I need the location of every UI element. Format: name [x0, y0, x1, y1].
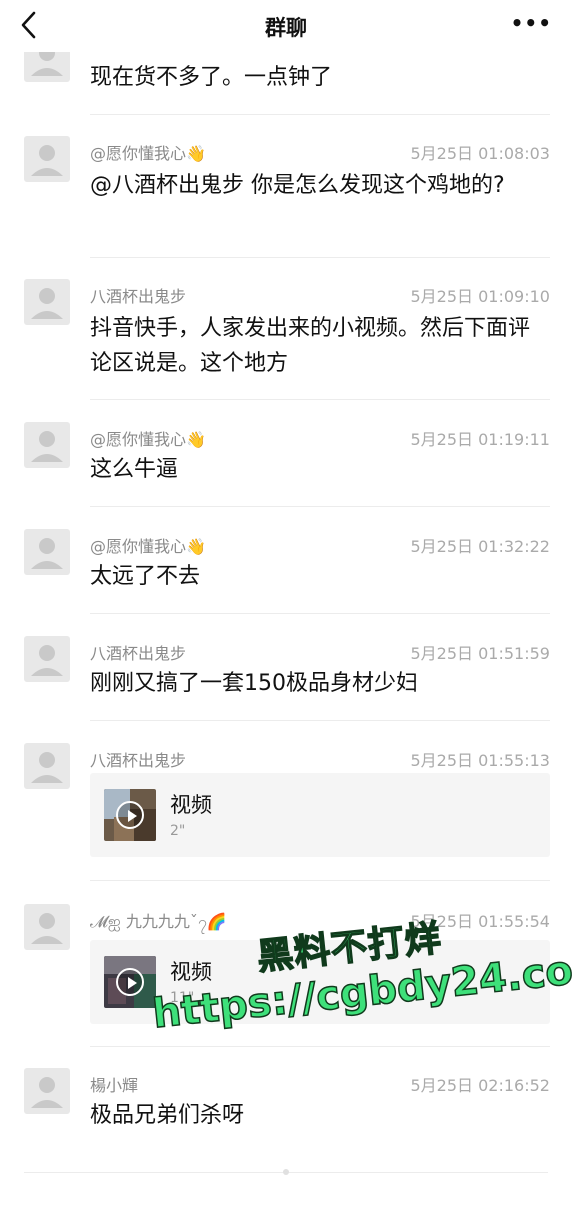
message-text: 极品兄弟们杀呀 [90, 1103, 245, 1128]
divider [90, 506, 550, 507]
scroll-indicator [283, 1169, 289, 1175]
sender-name[interactable]: 𝓜ஐ 九九九九ˇ၇🌈 [90, 908, 227, 935]
video-duration: 11" [170, 990, 195, 1006]
divider [90, 114, 550, 115]
play-icon [116, 801, 144, 829]
avatar[interactable] [24, 904, 70, 950]
play-icon [116, 968, 144, 996]
video-duration: 2" [170, 823, 186, 839]
message-time: 5月25日 01:32:22 [410, 537, 551, 556]
message-text: 现在货不多了。一点钟了 [90, 65, 333, 90]
divider [90, 257, 550, 258]
message-time: 5月25日 01:09:10 [410, 287, 551, 306]
divider [90, 720, 550, 721]
divider [90, 1046, 550, 1047]
sender-name[interactable]: 八酒杯出鬼步 [90, 747, 186, 771]
page-title: 群聊 [265, 16, 307, 40]
sender-name[interactable]: @愿你懂我心👋 [90, 533, 206, 557]
divider [90, 613, 550, 614]
avatar[interactable] [24, 279, 70, 325]
avatar[interactable] [24, 743, 70, 789]
divider [90, 399, 550, 400]
sender-name[interactable]: 八酒杯出鬼步 [90, 640, 186, 664]
video-message-card[interactable]: 视频 2" [90, 773, 550, 857]
message-time: 5月25日 01:08:03 [410, 144, 551, 163]
sender-name[interactable]: 楊小輝 [90, 1072, 138, 1096]
avatar[interactable] [24, 136, 70, 182]
message-text: 刚刚又搞了一套150极品身材少妇 [90, 671, 418, 696]
avatar[interactable] [24, 529, 70, 575]
message-time: 5月25日 01:51:59 [410, 644, 551, 663]
more-options-button[interactable]: ••• [511, 13, 552, 33]
sender-name[interactable]: 八酒杯出鬼步 [90, 283, 186, 307]
message-time: 5月25日 01:19:11 [410, 430, 551, 449]
sender-name[interactable]: @愿你懂我心👋 [90, 140, 206, 164]
message-time: 5月25日 01:55:54 [410, 912, 551, 931]
video-thumbnail[interactable] [104, 956, 156, 1008]
message-text: 这么牛逼 [90, 457, 179, 482]
avatar[interactable] [24, 422, 70, 468]
divider [90, 880, 550, 881]
video-thumbnail[interactable] [104, 789, 156, 841]
message-text: 抖音快手，人家发出来的小视频。然后下面评论区说是。这个地方 [90, 316, 531, 376]
avatar[interactable] [24, 636, 70, 682]
message-time: 5月25日 01:55:13 [410, 751, 551, 770]
top-nav-bar: 群聊 ••• [0, 0, 572, 52]
message-time: 5月25日 02:16:52 [410, 1076, 551, 1095]
avatar[interactable] [24, 1068, 70, 1114]
chat-feed: 现在货不多了。一点钟了 @愿你懂我心👋 5月25日 01:08:03 @八酒杯出… [0, 0, 572, 1210]
video-title: 视频 [170, 960, 212, 984]
message-text: @八酒杯出鬼步 你是怎么发现这个鸡地的? [90, 173, 505, 198]
sender-name[interactable]: @愿你懂我心👋 [90, 426, 206, 450]
video-message-card[interactable]: 视频 11" [90, 940, 550, 1024]
message-text: 太远了不去 [90, 564, 201, 589]
video-title: 视频 [170, 793, 212, 817]
